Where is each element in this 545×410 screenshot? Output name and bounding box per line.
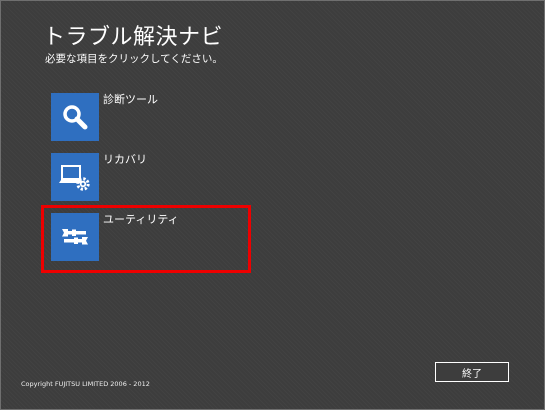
menu-item-utility[interactable]: ユーティリティ (47, 209, 245, 267)
menu-item-label: 診断ツール (103, 93, 158, 106)
laptop-gear-icon (51, 153, 99, 201)
tools-icon (51, 213, 99, 261)
trouble-navi-window: トラブル解決ナビ 必要な項目をクリックしてください。 診断ツール リカバリ ユー… (0, 0, 545, 410)
page-subtitle: 必要な項目をクリックしてください。 (45, 53, 223, 65)
menu-item-label: ユーティリティ (103, 213, 179, 226)
magnifier-icon (51, 93, 99, 141)
page-title: トラブル解決ナビ (43, 25, 224, 50)
exit-button[interactable]: 終了 (435, 362, 509, 382)
menu-item-recovery[interactable]: リカバリ (47, 149, 245, 207)
menu-item-label: リカバリ (103, 153, 147, 166)
copyright-text: Copyright FUJITSU LIMITED 2006 - 2012 (21, 380, 150, 388)
menu-item-diagnostic-tool[interactable]: 診断ツール (47, 89, 245, 147)
